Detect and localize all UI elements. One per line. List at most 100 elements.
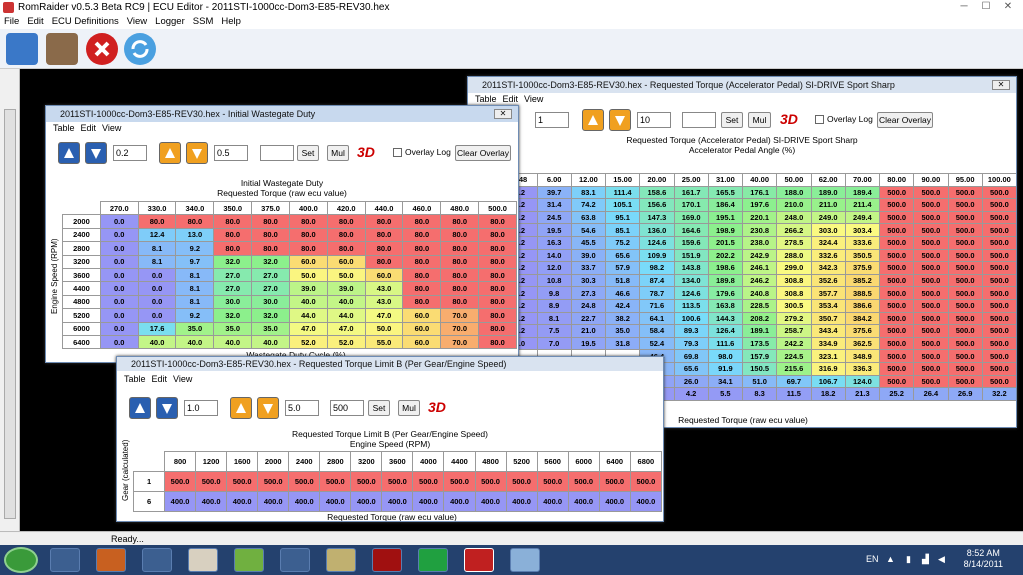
table-cell[interactable]: 80.0	[364, 214, 404, 229]
table-cell[interactable]: 80.0	[213, 214, 253, 229]
table-cell[interactable]: 80.0	[440, 267, 480, 283]
app-window-icon[interactable]	[510, 548, 540, 572]
table-cell[interactable]: 500.0	[981, 298, 1016, 313]
clear-overlay-button[interactable]: Clear Overlay	[877, 112, 933, 128]
table-cell[interactable]: 202.2	[707, 248, 744, 263]
table-cell[interactable]: 0.0	[99, 281, 139, 296]
table-cell[interactable]: 400.0	[567, 491, 600, 512]
start-button-icon[interactable]	[4, 547, 38, 573]
table-cell[interactable]: 40.0	[137, 334, 177, 350]
table-cell[interactable]: 400.0	[598, 491, 631, 512]
table-cell[interactable]: 316.9	[810, 361, 846, 376]
table-cell[interactable]: 500.0	[913, 336, 949, 351]
table-cell[interactable]: 40.0	[213, 334, 253, 350]
table-cell[interactable]: 156.6	[639, 198, 675, 212]
table-cell[interactable]: 500.0	[913, 273, 949, 288]
table-cell[interactable]: 124.6	[639, 235, 675, 250]
table-cell[interactable]: 0.0	[137, 308, 177, 323]
table-cell[interactable]: 80.0	[251, 214, 290, 229]
increment-coarse-up-icon[interactable]	[230, 397, 252, 419]
table-cell[interactable]: 30.3	[570, 273, 607, 288]
table-cell[interactable]: 186.4	[707, 198, 744, 212]
table-cell[interactable]: 70.0	[440, 308, 480, 323]
table-cell[interactable]: 39.7	[536, 185, 572, 200]
table-cell[interactable]: 71.6	[639, 298, 675, 313]
firefox-icon[interactable]	[96, 548, 126, 572]
table-cell[interactable]: 8.9	[536, 298, 572, 313]
table-cell[interactable]: 159.6	[673, 235, 709, 250]
table-cell[interactable]: 26.4	[913, 387, 949, 401]
table-cell[interactable]: 13.0	[175, 227, 215, 243]
table-cell[interactable]: 500.0	[913, 286, 949, 300]
table-cell[interactable]: 44.0	[288, 308, 328, 323]
menu-table[interactable]: Table	[472, 93, 500, 105]
table-cell[interactable]: 60.0	[364, 267, 404, 283]
table-cell[interactable]: 500.0	[878, 361, 915, 376]
mul-button[interactable]: Mul	[327, 145, 349, 161]
set-button[interactable]: Set	[368, 400, 390, 416]
table-cell[interactable]: 500.0	[913, 311, 949, 326]
table-cell[interactable]: 500.0	[878, 261, 915, 275]
table-cell[interactable]: 336.3	[844, 361, 881, 376]
table-cell[interactable]: 500.0	[947, 198, 983, 212]
table-cell[interactable]: 58.4	[639, 324, 675, 338]
table-cell[interactable]: 70.0	[440, 321, 480, 336]
table-cell[interactable]: 50.0	[364, 321, 404, 336]
table-cell[interactable]: 4.2	[673, 387, 709, 401]
romraider-taskbar-icon[interactable]	[464, 548, 494, 572]
table-cell[interactable]: 39.0	[288, 281, 328, 296]
table-cell[interactable]: 164.6	[673, 223, 709, 237]
table-cell[interactable]: 80.0	[326, 214, 366, 229]
table-cell[interactable]: 44.0	[326, 308, 366, 323]
talk-icon[interactable]	[234, 548, 264, 572]
increment-coarse-up-icon[interactable]	[159, 142, 181, 164]
table-cell[interactable]: 80.0	[440, 254, 480, 269]
table-cell[interactable]: 500.0	[567, 471, 600, 492]
table-cell[interactable]: 40.0	[326, 294, 366, 310]
increment-fine-field[interactable]: 1.0	[184, 400, 218, 416]
table-cell[interactable]: 40.0	[288, 294, 328, 310]
table-cell[interactable]: 500.0	[164, 471, 197, 492]
table-cell[interactable]: 195.1	[707, 210, 744, 225]
table-cell[interactable]: 64.1	[639, 311, 675, 326]
3d-view-icon[interactable]: 3D	[357, 144, 375, 160]
table-cell[interactable]: 157.9	[741, 349, 778, 363]
table-cell[interactable]: 208.2	[741, 311, 778, 326]
table-cell[interactable]: 500.0	[947, 235, 983, 250]
table-cell[interactable]: 343.4	[810, 324, 846, 338]
clock[interactable]: 8:52 AM 8/14/2011	[964, 548, 1003, 570]
table-cell[interactable]: 8.1	[175, 281, 215, 296]
table-cell[interactable]: 80.0	[364, 254, 404, 269]
table-cell[interactable]: 18.2	[810, 387, 846, 401]
table-cell[interactable]: 151.9	[673, 248, 709, 263]
table-cell[interactable]: 80.0	[251, 241, 290, 256]
table-cell[interactable]: 500.0	[195, 471, 228, 492]
table-cell[interactable]: 100.6	[673, 311, 709, 326]
table-cell[interactable]: 189.8	[707, 273, 744, 288]
table-cell[interactable]: 0.0	[99, 254, 139, 269]
table-cell[interactable]: 500.0	[947, 210, 983, 225]
table-cell[interactable]: 500.0	[878, 223, 915, 237]
table-cell[interactable]: 400.0	[164, 491, 197, 512]
increment-coarse-down-icon[interactable]	[186, 142, 208, 164]
table-cell[interactable]: 323.1	[810, 349, 846, 363]
table-cell[interactable]: 45.5	[570, 235, 607, 250]
set-value-field[interactable]: 500	[330, 400, 364, 416]
table-cell[interactable]: 400.0	[195, 491, 228, 512]
table-cell[interactable]: 500.0	[443, 471, 476, 492]
table-cell[interactable]: 69.7	[776, 374, 812, 389]
table-cell[interactable]: 0.0	[137, 294, 177, 310]
table-cell[interactable]: 500.0	[947, 223, 983, 237]
table-cell[interactable]: 240.8	[741, 286, 778, 300]
table-cell[interactable]: 500.0	[878, 286, 915, 300]
table-cell[interactable]: 158.6	[639, 185, 675, 200]
table-cell[interactable]: 500.0	[913, 324, 949, 338]
increment-fine-up-icon[interactable]	[58, 142, 80, 164]
table-cell[interactable]: 400.0	[474, 491, 507, 512]
table-cell[interactable]: 500.0	[947, 298, 983, 313]
table-cell[interactable]: 24.5	[536, 210, 572, 225]
table-cell[interactable]: 80.0	[288, 227, 328, 243]
increment-coarse-down-icon[interactable]	[257, 397, 279, 419]
table-cell[interactable]: 5.5	[707, 387, 744, 401]
volume-icon[interactable]: ◀	[938, 554, 945, 565]
